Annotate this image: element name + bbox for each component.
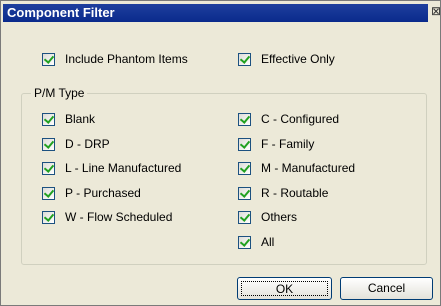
checkbox-check-icon bbox=[238, 186, 251, 200]
pm-type-checkbox-routable[interactable]: R - Routable bbox=[238, 185, 328, 201]
pm-type-checkbox-family[interactable]: F - Family bbox=[238, 136, 314, 152]
checkbox-check-icon bbox=[42, 210, 55, 224]
cancel-button[interactable]: Cancel bbox=[340, 277, 433, 300]
close-icon[interactable]: ⊠ bbox=[431, 4, 441, 18]
pm-type-checkbox-all[interactable]: All bbox=[238, 234, 274, 250]
checkbox-check-icon bbox=[42, 186, 55, 200]
include-phantom-items-checkbox[interactable]: Include Phantom Items bbox=[42, 51, 188, 67]
checkbox-label: Blank bbox=[65, 112, 96, 126]
checkbox-check-icon bbox=[42, 137, 55, 151]
checkbox-label: Effective Only bbox=[261, 52, 335, 66]
checkbox-label: Include Phantom Items bbox=[65, 52, 188, 66]
checkbox-check-icon bbox=[238, 235, 251, 249]
checkbox-check-icon bbox=[42, 52, 55, 66]
title-bar: Component Filter bbox=[3, 4, 428, 22]
checkbox-check-icon bbox=[238, 161, 251, 175]
checkbox-check-icon bbox=[238, 210, 251, 224]
checkbox-check-icon bbox=[238, 137, 251, 151]
pm-type-checkbox-manufactured[interactable]: M - Manufactured bbox=[238, 160, 355, 176]
checkbox-label: C - Configured bbox=[261, 112, 340, 126]
dialog-title: Component Filter bbox=[7, 5, 115, 20]
checkbox-check-icon bbox=[238, 112, 251, 126]
pm-type-checkbox-drp[interactable]: D - DRP bbox=[42, 136, 110, 152]
pm-type-checkbox-others[interactable]: Others bbox=[238, 209, 297, 225]
component-filter-dialog: Component Filter ⊠ Include Phantom Items… bbox=[0, 0, 441, 306]
checkbox-label: W - Flow Scheduled bbox=[65, 210, 173, 224]
ok-button-label: OK bbox=[241, 281, 328, 296]
checkbox-check-icon bbox=[42, 161, 55, 175]
checkbox-label: F - Family bbox=[261, 137, 315, 151]
checkbox-label: Others bbox=[261, 210, 298, 224]
checkbox-label: P - Purchased bbox=[65, 186, 141, 200]
checkbox-label: R - Routable bbox=[261, 186, 329, 200]
checkbox-label: L - Line Manufactured bbox=[65, 161, 182, 175]
checkbox-label: M - Manufactured bbox=[261, 161, 356, 175]
pm-type-checkbox-blank[interactable]: Blank bbox=[42, 111, 95, 127]
pm-type-checkbox-purchased[interactable]: P - Purchased bbox=[42, 185, 141, 201]
pm-type-legend: P/M Type bbox=[31, 85, 88, 101]
pm-type-checkbox-flow-scheduled[interactable]: W - Flow Scheduled bbox=[42, 209, 172, 225]
ok-button[interactable]: OK bbox=[237, 277, 332, 300]
effective-only-checkbox[interactable]: Effective Only bbox=[238, 51, 335, 67]
pm-type-checkbox-configured[interactable]: C - Configured bbox=[238, 111, 339, 127]
pm-type-checkbox-line-manufactured[interactable]: L - Line Manufactured bbox=[42, 160, 181, 176]
checkbox-check-icon bbox=[238, 52, 251, 66]
checkbox-check-icon bbox=[42, 112, 55, 126]
checkbox-label: D - DRP bbox=[65, 137, 110, 151]
checkbox-label: All bbox=[261, 235, 275, 249]
